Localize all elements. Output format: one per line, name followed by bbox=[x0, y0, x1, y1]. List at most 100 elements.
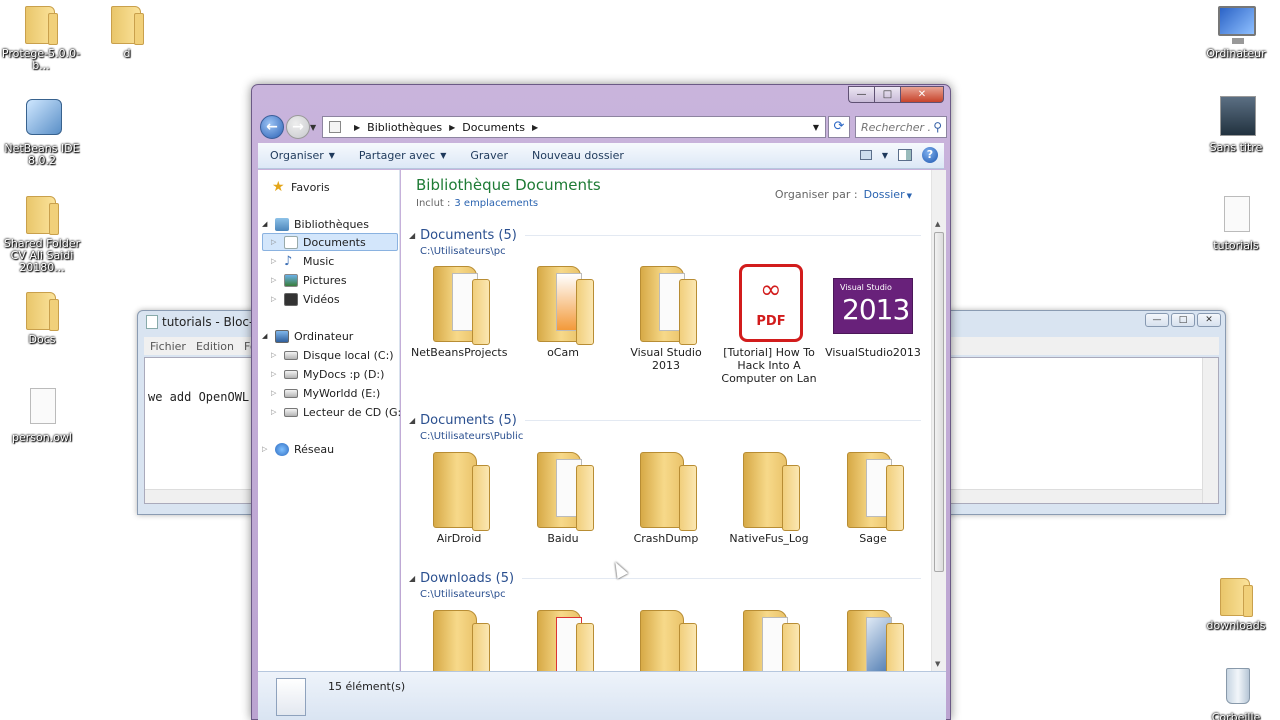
notepad-menu-fichier[interactable]: Fichier bbox=[150, 340, 186, 353]
close-button[interactable]: ✕ bbox=[900, 86, 944, 103]
search-box[interactable]: ⚲ bbox=[855, 116, 947, 138]
folder-item[interactable]: oCam bbox=[513, 260, 613, 359]
chevron-right-icon[interactable]: ▶ bbox=[532, 123, 538, 132]
group-header[interactable]: ◢ Downloads (5) bbox=[409, 571, 921, 586]
file-item[interactable]: Visual Studio 2013 VisualStudio2013 bbox=[823, 260, 923, 359]
chevron-right-icon[interactable]: ▶ bbox=[449, 123, 455, 132]
group-header[interactable]: ◢ Documents (5) bbox=[409, 413, 921, 428]
folder-item[interactable]: AirDroid bbox=[409, 446, 509, 545]
content-pane: Bibliothèque Documents Inclut :3 emplace… bbox=[401, 170, 946, 671]
desktop-icon-shared-folder[interactable]: Shared Folder CV Ali Saidi 20180... bbox=[0, 192, 87, 274]
address-bar[interactable]: ▶ Bibliothèques ▶ Documents ▶ ▼ bbox=[322, 116, 826, 138]
recent-pages-dropdown[interactable]: ▼ bbox=[310, 123, 316, 132]
group-header[interactable]: ◢ Documents (5) bbox=[409, 228, 921, 243]
desktop-icon-d[interactable]: d bbox=[82, 2, 172, 60]
folder-item[interactable]: NetBeansProjects bbox=[409, 260, 509, 359]
desktop-icon-person-owl[interactable]: person.owl bbox=[0, 386, 87, 444]
collapsed-triangle-icon[interactable]: ▷ bbox=[262, 445, 270, 453]
desktop-icon-downloads[interactable]: downloads bbox=[1191, 574, 1280, 632]
collapsed-triangle-icon[interactable]: ▷ bbox=[271, 238, 279, 246]
minimize-button[interactable]: — bbox=[848, 86, 874, 103]
folder-item[interactable] bbox=[616, 604, 716, 671]
desktop-icon-netbeans[interactable]: NetBeans IDE 8.0.2 bbox=[0, 97, 87, 167]
folder-item[interactable] bbox=[719, 604, 819, 671]
search-icon[interactable]: ⚲ bbox=[933, 120, 942, 134]
collapse-group-icon[interactable]: ◢ bbox=[409, 416, 415, 425]
collapsed-triangle-icon[interactable]: ▷ bbox=[271, 276, 279, 284]
expanded-triangle-icon[interactable]: ◢ bbox=[262, 220, 270, 228]
nav-item-network[interactable]: ▷ Réseau bbox=[262, 440, 334, 458]
notepad-close-button[interactable]: ✕ bbox=[1197, 313, 1221, 327]
drive-icon bbox=[284, 388, 298, 398]
desktop-icon-tutorials[interactable]: tutorials bbox=[1191, 194, 1280, 252]
new-folder-button[interactable]: Nouveau dossier bbox=[520, 149, 636, 162]
desktop-icon-protege[interactable]: Protege-5.0.0-b... bbox=[0, 2, 86, 72]
nav-item-computer[interactable]: ◢ Ordinateur bbox=[262, 327, 353, 345]
breadcrumb-bibliotheques[interactable]: Bibliothèques bbox=[367, 121, 442, 134]
scroll-up-icon[interactable]: ▲ bbox=[935, 220, 940, 228]
group-path: C:\Utilisateurs\Public bbox=[420, 431, 524, 442]
nav-item-drive-d[interactable]: ▷ MyDocs :p (D:) bbox=[271, 365, 384, 383]
scrollbar-thumb[interactable] bbox=[934, 232, 944, 572]
folder-item[interactable]: Visual Studio 2013 bbox=[616, 260, 716, 372]
nav-item-drive-e[interactable]: ▷ MyWorldd (E:) bbox=[271, 384, 380, 402]
folder-item[interactable]: Sage bbox=[823, 446, 923, 545]
locations-link[interactable]: 3 emplacements bbox=[454, 198, 538, 209]
address-dropdown-icon[interactable]: ▼ bbox=[813, 123, 819, 132]
nav-item-pictures[interactable]: ▷ Pictures bbox=[271, 271, 347, 289]
desktop-icon-recycle-bin[interactable]: Corbeille bbox=[1191, 666, 1280, 720]
desktop-icon-ordinateur[interactable]: Ordinateur bbox=[1191, 2, 1280, 60]
folder-icon bbox=[111, 6, 144, 45]
forward-button[interactable]: → bbox=[286, 115, 310, 139]
explorer-window[interactable]: — □ ✕ ← → ▼ ▶ Bibliothèques ▶ Documents … bbox=[251, 84, 951, 720]
vertical-scrollbar[interactable]: ▲ ▼ bbox=[931, 170, 946, 671]
collapsed-triangle-icon[interactable]: ▷ bbox=[271, 351, 279, 359]
folder-item[interactable]: Baidu bbox=[513, 446, 613, 545]
nav-item-drive-c[interactable]: ▷ Disque local (C:) bbox=[271, 346, 394, 364]
notepad-maximize-button[interactable]: □ bbox=[1171, 313, 1195, 327]
folder-item[interactable] bbox=[409, 604, 509, 671]
expanded-triangle-icon[interactable]: ◢ bbox=[262, 332, 270, 340]
collapsed-triangle-icon[interactable]: ▷ bbox=[271, 389, 279, 397]
collapsed-triangle-icon[interactable]: ▷ bbox=[271, 408, 279, 416]
collapsed-triangle-icon[interactable]: ▷ bbox=[271, 370, 279, 378]
nav-item-music[interactable]: ▷ ♪ Music bbox=[271, 252, 334, 270]
nav-item-drive-g[interactable]: ▷ Lecteur de CD (G:) bbox=[271, 403, 406, 421]
folder-item[interactable] bbox=[823, 604, 923, 671]
search-input[interactable] bbox=[861, 118, 931, 136]
collapsed-triangle-icon[interactable]: ▷ bbox=[271, 295, 279, 303]
folder-item[interactable]: CrashDump bbox=[616, 446, 716, 545]
burn-button[interactable]: Graver bbox=[458, 149, 520, 162]
folder-item[interactable] bbox=[513, 604, 613, 671]
desktop-icon-sans-titre[interactable]: Sans titre bbox=[1191, 96, 1280, 154]
preview-pane-icon[interactable] bbox=[898, 149, 912, 161]
collapsed-triangle-icon[interactable]: ▷ bbox=[271, 257, 279, 265]
scroll-down-icon[interactable]: ▼ bbox=[935, 660, 940, 668]
desktop-icon-docs[interactable]: Docs bbox=[0, 288, 87, 346]
arrange-by-dropdown[interactable]: Dossier bbox=[864, 188, 905, 201]
folder-icon bbox=[26, 292, 59, 331]
file-item[interactable]: ∞ PDF [Tutorial] How To Hack Into A Compu… bbox=[719, 260, 819, 385]
collapse-group-icon[interactable]: ◢ bbox=[409, 231, 415, 240]
help-icon[interactable]: ? bbox=[922, 147, 938, 163]
back-button[interactable]: ← bbox=[260, 115, 284, 139]
share-with-button[interactable]: Partager avec ▼ bbox=[347, 149, 458, 162]
notepad-menu-edition[interactable]: Edition bbox=[196, 340, 234, 353]
view-options-dropdown[interactable]: ▼ bbox=[882, 151, 888, 160]
folder-item[interactable]: NativeFus_Log bbox=[719, 446, 819, 545]
nav-item-videos[interactable]: ▷ Vidéos bbox=[271, 290, 340, 308]
notepad-minimize-button[interactable]: — bbox=[1145, 313, 1169, 327]
drive-icon bbox=[284, 369, 298, 379]
chevron-right-icon[interactable]: ▶ bbox=[354, 123, 360, 132]
organize-button[interactable]: Organiser ▼ bbox=[258, 149, 347, 162]
nav-item-libraries[interactable]: ◢ Bibliothèques bbox=[262, 215, 369, 233]
nav-item-favorites[interactable]: ★ Favoris bbox=[272, 178, 330, 196]
collapse-group-icon[interactable]: ◢ bbox=[409, 574, 415, 583]
notepad-vertical-scrollbar[interactable] bbox=[1202, 358, 1218, 503]
chevron-down-icon[interactable]: ▼ bbox=[907, 192, 912, 200]
change-view-icon[interactable] bbox=[859, 150, 872, 160]
nav-item-documents[interactable]: ▷ Documents bbox=[262, 233, 398, 251]
maximize-button[interactable]: □ bbox=[874, 86, 900, 103]
breadcrumb-documents[interactable]: Documents bbox=[462, 121, 525, 134]
refresh-button[interactable]: ⟳ bbox=[828, 116, 850, 138]
